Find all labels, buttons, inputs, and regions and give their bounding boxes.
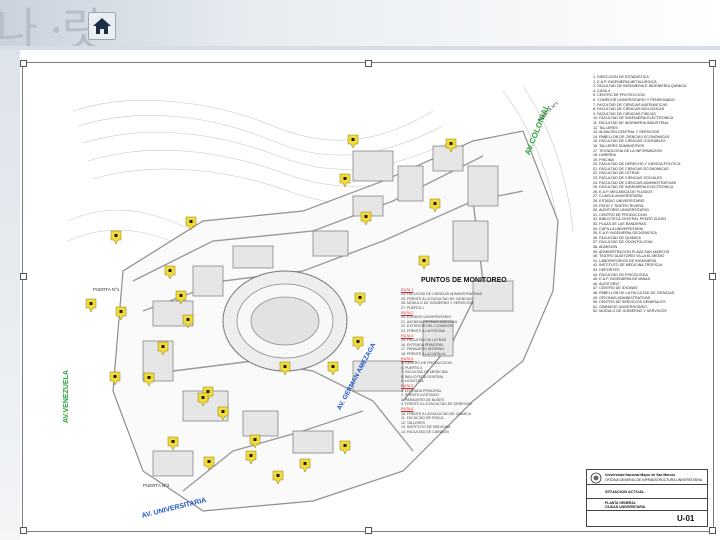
header-divider (0, 46, 720, 50)
resize-handle-top-left[interactable] (20, 60, 27, 67)
header-banner: 나 ·랏 (0, 0, 720, 57)
title-block-divider (587, 510, 707, 511)
university-seal-icon (590, 472, 602, 484)
title-block-sheet: U-01 (677, 514, 695, 523)
resize-handle-top-right[interactable] (709, 60, 716, 67)
resize-handle-bottom-left[interactable] (20, 527, 27, 534)
title-block-place: CIUDAD UNIVERSITARIA (605, 505, 646, 509)
legend-item: 52. MODULO DE GOBIERNO Y SERVICIOS (593, 309, 667, 314)
building-legend: 1. DIRECCION DE ESTADISTICA 2. E.A.P. ING… (593, 75, 705, 447)
home-button[interactable] (88, 12, 116, 40)
gate-label-puerta-3: PUERTA Nº3 (143, 483, 170, 488)
home-icon (93, 18, 111, 34)
street-label-av-venezuela: AV.VENEZUELA (63, 370, 70, 423)
title-block-situation: SITUACION ACTUAL (605, 489, 645, 494)
resize-handle-left[interactable] (20, 273, 27, 280)
title-block-divider (587, 498, 707, 499)
title-block-divider (587, 484, 707, 485)
resize-handle-bottom[interactable] (365, 527, 372, 534)
monitoring-points-title: PUNTOS DE MONITOREO (421, 277, 507, 284)
plan-title-block: Universidad Nacional Mayor de San Marcos… (586, 469, 708, 527)
title-block-university: Universidad Nacional Mayor de San Marcos (605, 473, 676, 477)
resize-handle-right[interactable] (709, 273, 716, 280)
monitoring-points-groups: RUTA 1 24. FACULTAD DE CIENCIAS ADMINISTR… (401, 288, 551, 435)
left-decorative-band (0, 50, 20, 540)
title-block-office: OFICINA GENERAL DE INFRAESTRUCTURA UNIVE… (605, 478, 703, 482)
monitoring-points-list: PUNTOS DE MONITOREO RUTA 1 24. FACULTAD D… (401, 277, 551, 435)
resize-handle-top[interactable] (365, 60, 372, 67)
gate-label-puerta-1-left: PUERTA Nº1 (93, 287, 120, 292)
resize-handle-bottom-right[interactable] (709, 527, 716, 534)
route-point: 14. FACULTAD DE CIENCIAS (401, 430, 450, 434)
campus-plan-image: AV.COLONIAL AV.VENEZUELA AV. GERMAN AMEZ… (20, 60, 716, 534)
